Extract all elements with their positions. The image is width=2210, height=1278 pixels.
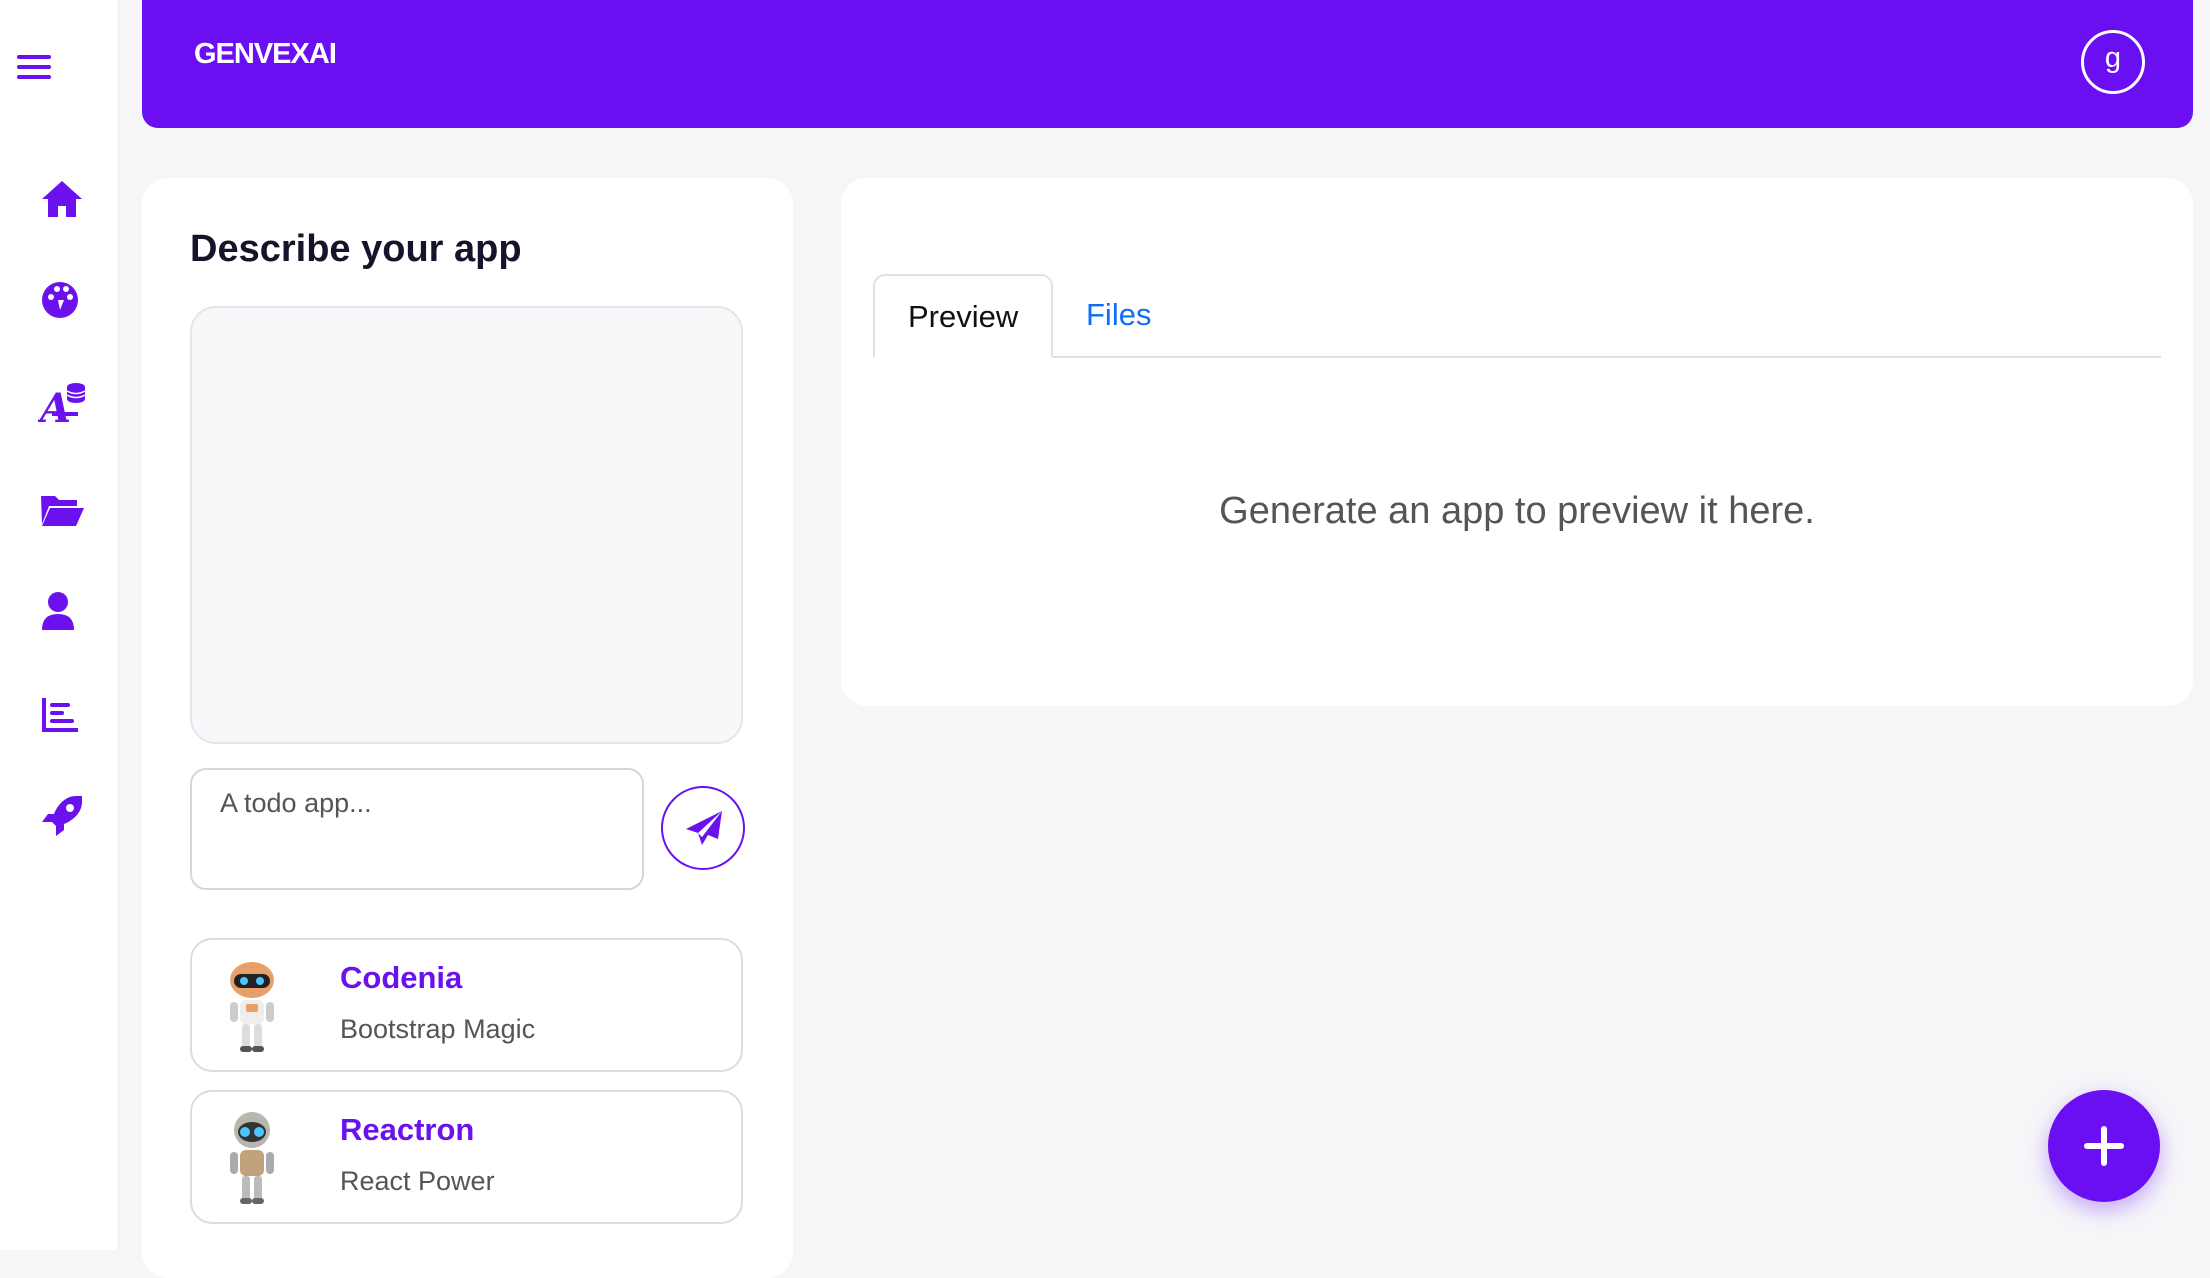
user-avatar[interactable]: g bbox=[2081, 30, 2145, 94]
describe-panel: Describe your app Codenia Bootstrap Magi… bbox=[142, 178, 793, 1278]
send-button[interactable] bbox=[661, 786, 745, 870]
folder-open-icon[interactable] bbox=[38, 486, 86, 534]
palette-icon[interactable] bbox=[38, 276, 86, 324]
agent-name: Reactron bbox=[340, 1112, 475, 1147]
preview-tabs: Preview Files bbox=[873, 274, 2161, 358]
chat-history-area bbox=[190, 306, 743, 744]
user-icon[interactable] bbox=[38, 588, 86, 636]
svg-text:A: A bbox=[38, 385, 71, 426]
font-database-icon[interactable]: A bbox=[38, 378, 86, 426]
agent-subtitle: Bootstrap Magic bbox=[340, 1014, 536, 1044]
tab-preview[interactable]: Preview bbox=[873, 274, 1054, 358]
preview-empty-message: Generate an app to preview it here. bbox=[1219, 490, 1815, 532]
agent-card-codenia[interactable]: Codenia Bootstrap Magic bbox=[190, 938, 743, 1072]
paper-plane-icon bbox=[686, 811, 722, 845]
rocket-icon[interactable] bbox=[38, 792, 86, 840]
top-navbar: GENVEXAI g bbox=[142, 0, 2193, 128]
sidebar: A bbox=[0, 0, 119, 1250]
robot-avatar-icon bbox=[230, 962, 274, 1052]
home-icon[interactable] bbox=[38, 175, 86, 223]
brand-logo[interactable]: GENVEXAI bbox=[194, 38, 337, 71]
add-fab-button[interactable] bbox=[2048, 1090, 2160, 1202]
agent-subtitle: React Power bbox=[340, 1166, 495, 1196]
robot-avatar-icon bbox=[230, 1112, 274, 1204]
preview-panel: Preview Files Generate an app to preview… bbox=[841, 178, 2193, 706]
agent-name: Codenia bbox=[340, 960, 463, 995]
bar-chart-icon[interactable] bbox=[38, 692, 86, 740]
agent-card-reactron[interactable]: Reactron React Power bbox=[190, 1090, 743, 1224]
panel-title: Describe your app bbox=[190, 228, 522, 270]
tab-files[interactable]: Files bbox=[1053, 274, 1184, 356]
app-description-input[interactable] bbox=[190, 768, 644, 890]
hamburger-menu-icon[interactable] bbox=[17, 52, 51, 82]
